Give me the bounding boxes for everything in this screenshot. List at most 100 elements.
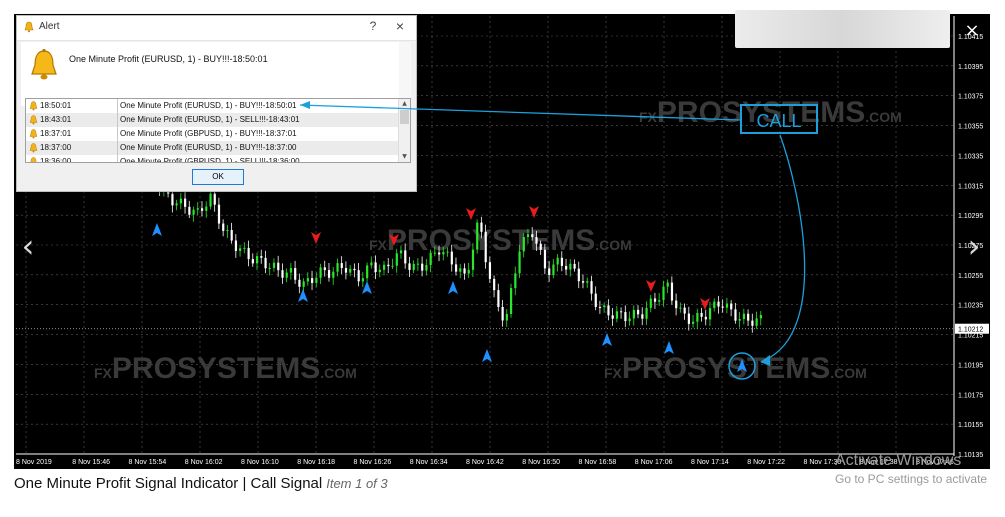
candle-body (311, 278, 314, 283)
candle-body (412, 263, 415, 270)
alert-row-message: One Minute Profit (EURUSD, 1) - BUY!!!-1… (120, 143, 297, 152)
column-divider (117, 141, 118, 155)
candle-body (306, 278, 309, 282)
candle-body (738, 319, 741, 321)
candle-body (488, 262, 492, 279)
candle-body (226, 229, 229, 231)
candle-body (514, 273, 517, 289)
candle-body (518, 251, 521, 274)
alert-titlebar: Alert ? × (17, 16, 416, 41)
candle-body (349, 268, 352, 273)
time-tick-label: 8 Nov 16:02 (185, 459, 223, 466)
buy-signal-arrow (602, 333, 612, 346)
candle-body (742, 313, 746, 320)
list-item[interactable]: 18:43:01 One Minute Profit (EURUSD, 1) -… (26, 113, 398, 127)
candle-body (251, 259, 254, 264)
candle-body (476, 222, 479, 250)
bell-icon (29, 129, 38, 139)
list-item[interactable]: 18:37:01 One Minute Profit (GBPUSD, 1) -… (26, 127, 398, 141)
bell-icon (29, 101, 38, 111)
prev-slide-icon[interactable]: ‹ (16, 226, 40, 266)
candle-body (336, 263, 339, 272)
candle-body (272, 262, 276, 268)
candle-body (641, 314, 644, 319)
caption-title: One Minute Profit Signal Indicator | Cal… (14, 475, 323, 492)
candle-body (708, 308, 712, 320)
candle-body (704, 316, 707, 320)
scroll-down-icon[interactable]: ▼ (399, 152, 410, 162)
candle-body (395, 253, 398, 266)
candle-body (556, 257, 559, 265)
sell-signal-arrow (311, 232, 321, 244)
bell-icon (30, 157, 37, 162)
candle-body (408, 263, 411, 270)
candle-body (247, 247, 250, 260)
candle-body (730, 303, 733, 310)
ok-button[interactable]: OK (192, 169, 244, 185)
next-slide-icon[interactable]: › (962, 226, 986, 266)
alert-help-button[interactable]: ? (365, 19, 381, 33)
list-scrollbar[interactable]: ▲ ▼ (398, 99, 410, 162)
candle-body (421, 263, 424, 271)
candle-body (548, 268, 551, 276)
candle-body (459, 268, 462, 272)
time-tick-label: 8 Nov 16:58 (579, 459, 617, 466)
buy-signal-arrow (448, 281, 458, 294)
time-tick-label: 8 Nov 17:22 (747, 459, 785, 466)
candle-body (645, 307, 648, 319)
candle-body (721, 306, 724, 308)
candle-body (353, 268, 356, 271)
alert-time: 18:37:00 (40, 143, 72, 152)
time-tick-label: 8 Nov 16:26 (354, 459, 392, 466)
list-item[interactable]: 18:37:00 One Minute Profit (EURUSD, 1) -… (26, 141, 398, 155)
list-item[interactable]: 18:36:00 One Minute Profit (GBPUSD, 1) -… (26, 155, 398, 162)
candle-body (323, 267, 326, 271)
candle-body (277, 262, 280, 271)
message-scrollbar[interactable] (399, 42, 411, 106)
candle-body (581, 281, 585, 283)
candle-body (598, 306, 602, 308)
candle-body (560, 257, 563, 266)
candle-body (751, 320, 754, 326)
candle-body (357, 270, 360, 282)
candle-body (467, 269, 470, 274)
time-tick-label: 8 Nov 17:14 (691, 459, 729, 466)
candle-body (399, 250, 403, 254)
candle-body (416, 263, 420, 265)
scroll-up-icon[interactable]: ▲ (399, 99, 410, 109)
alert-message: One Minute Profit (EURUSD, 1) - BUY!!!-1… (69, 54, 268, 64)
alert-close-button[interactable]: × (392, 18, 408, 34)
time-tick-label: 8 Nov 15:46 (72, 459, 110, 466)
time-tick-label: 8 Nov 16:10 (241, 459, 279, 466)
candle-body (340, 263, 343, 269)
candle-body (539, 243, 542, 250)
candle-body (184, 198, 187, 207)
time-tick-label: 8 Nov 15:54 (129, 459, 167, 466)
time-tick-label: 8 Nov 16:50 (522, 459, 560, 466)
lightbox-close-icon[interactable]: × (962, 21, 982, 41)
candle-body (725, 303, 729, 308)
candle-body (692, 321, 695, 324)
candle-body (620, 311, 623, 313)
candle-body (344, 268, 348, 273)
candle-body (196, 208, 199, 210)
list-item[interactable]: 18:50:01 One Minute Profit (EURUSD, 1) -… (26, 99, 399, 114)
candle-body (679, 307, 682, 309)
candle-body (366, 265, 369, 279)
candle-body (327, 270, 331, 278)
candle-body (552, 264, 555, 276)
alert-time: 18:50:01 (40, 101, 72, 110)
activate-line-2: Go to PC settings to activate (835, 472, 988, 486)
candle-body (696, 312, 699, 322)
alert-row-message: One Minute Profit (EURUSD, 1) - SELL!!!-… (120, 115, 300, 124)
candle-body (747, 313, 750, 321)
candle-body (438, 252, 441, 255)
candle-body (611, 315, 614, 319)
scroll-thumb[interactable] (400, 110, 409, 124)
candle-body (450, 251, 453, 265)
caption-item-count: Item 1 of 3 (326, 476, 388, 491)
candle-body (188, 206, 191, 215)
alert-dialog: Alert ? × One Minute Profit (EURUSD, 1) … (16, 15, 417, 192)
candle-body (200, 208, 204, 211)
column-divider (117, 113, 118, 127)
